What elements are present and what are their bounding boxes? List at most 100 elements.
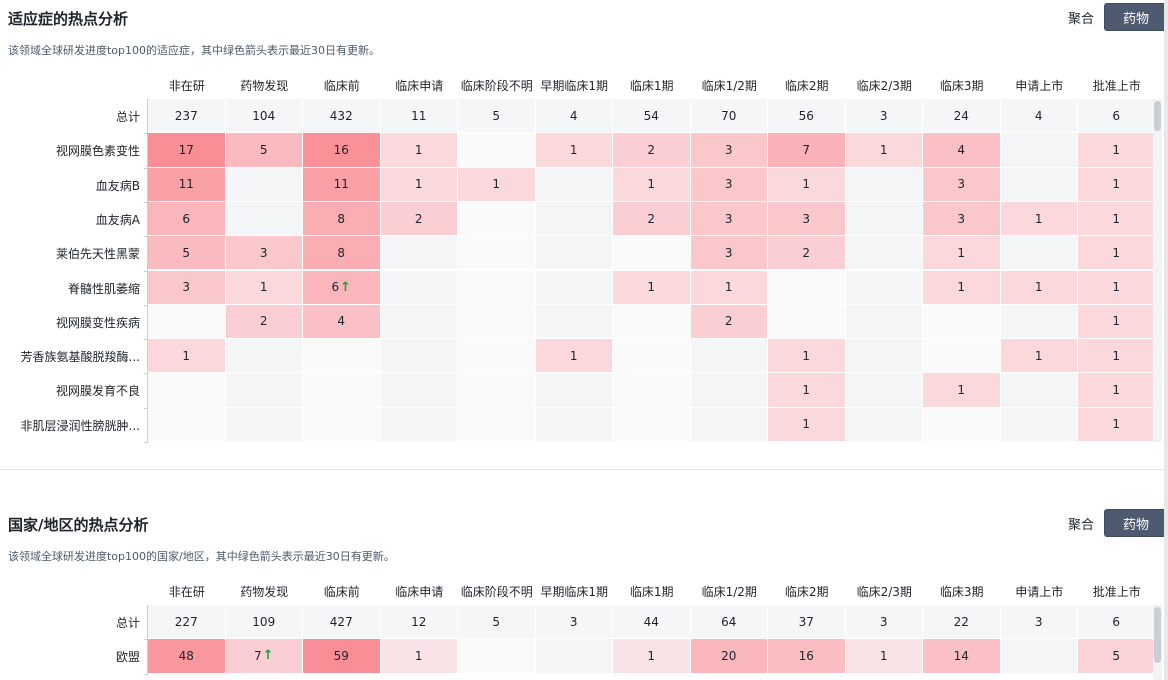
- heatmap-cell[interactable]: 1: [1078, 201, 1156, 237]
- heatmap-cell[interactable]: 3: [923, 201, 1001, 237]
- heatmap-cell[interactable]: [535, 373, 613, 408]
- heatmap-cell[interactable]: [845, 373, 923, 408]
- heatmap-cell[interactable]: 1: [690, 270, 768, 305]
- heatmap-cell[interactable]: 2: [613, 133, 691, 168]
- heatmap-cell[interactable]: 3: [225, 236, 303, 271]
- heatmap-cell[interactable]: 3: [690, 133, 768, 168]
- total-cell[interactable]: 6: [1078, 99, 1156, 134]
- heatmap-cell[interactable]: [225, 339, 303, 374]
- total-cell[interactable]: 4: [1000, 99, 1078, 134]
- heatmap-cell[interactable]: 4: [303, 304, 381, 340]
- total-cell[interactable]: 3: [535, 605, 613, 640]
- heatmap-cell[interactable]: [458, 304, 536, 340]
- total-cell[interactable]: 12: [380, 605, 458, 640]
- heatmap-cell[interactable]: 1: [768, 167, 846, 202]
- heatmap-cell[interactable]: [845, 201, 923, 237]
- heatmap-cell[interactable]: [458, 133, 536, 168]
- heatmap-cell[interactable]: [380, 407, 458, 442]
- total-cell[interactable]: 3: [1000, 605, 1078, 640]
- heatmap-cell[interactable]: 59: [303, 639, 381, 674]
- heatmap-cell[interactable]: [1000, 304, 1078, 340]
- heatmap-cell[interactable]: 16: [768, 639, 846, 674]
- heatmap-cell[interactable]: 1: [768, 339, 846, 374]
- heatmap-cell[interactable]: 20: [690, 639, 768, 674]
- heatmap-cell[interactable]: 11: [148, 167, 226, 202]
- heatmap-cell[interactable]: 3: [768, 201, 846, 237]
- heatmap-cell[interactable]: [768, 270, 846, 305]
- heatmap-cell[interactable]: [923, 304, 1001, 340]
- heatmap-cell[interactable]: 1: [458, 167, 536, 202]
- heatmap-cell[interactable]: 1: [923, 373, 1001, 408]
- total-cell[interactable]: 22: [923, 605, 1001, 640]
- heatmap-cell[interactable]: 2: [225, 304, 303, 340]
- heatmap-cell[interactable]: 7: [768, 133, 846, 168]
- heatmap-cell[interactable]: 48: [148, 639, 226, 674]
- total-cell[interactable]: 5: [458, 605, 536, 640]
- heatmap-cell[interactable]: [1000, 407, 1078, 442]
- total-cell[interactable]: 24: [923, 99, 1001, 134]
- heatmap-cell[interactable]: [458, 639, 536, 674]
- total-cell[interactable]: 227: [148, 605, 226, 640]
- total-cell[interactable]: 64: [690, 605, 768, 640]
- total-cell[interactable]: 3: [845, 605, 923, 640]
- heatmap-cell[interactable]: 1: [1078, 304, 1156, 340]
- heatmap-cell[interactable]: 5: [1078, 639, 1156, 674]
- heatmap-cell[interactable]: [535, 304, 613, 340]
- total-cell[interactable]: 44: [613, 605, 691, 640]
- heatmap-cell[interactable]: 1: [380, 167, 458, 202]
- heatmap-cell[interactable]: 1: [535, 339, 613, 374]
- heatmap-cell[interactable]: [690, 373, 768, 408]
- heatmap-cell[interactable]: 1: [1078, 373, 1156, 408]
- heatmap-cell[interactable]: 1: [1078, 339, 1156, 374]
- heatmap-cell[interactable]: 16: [303, 133, 381, 168]
- heatmap-cell[interactable]: 1: [380, 133, 458, 168]
- heatmap-cell[interactable]: [380, 304, 458, 340]
- heatmap-cell[interactable]: 14: [923, 639, 1001, 674]
- heatmap-cell[interactable]: 1: [380, 639, 458, 674]
- heatmap-cell[interactable]: 3: [148, 270, 226, 305]
- heatmap-cell[interactable]: 1: [225, 270, 303, 305]
- heatmap-cell[interactable]: [923, 407, 1001, 442]
- heatmap-cell[interactable]: [1000, 167, 1078, 202]
- heatmap-cell[interactable]: 1: [1078, 270, 1156, 305]
- heatmap-cell[interactable]: [535, 167, 613, 202]
- total-cell[interactable]: 104: [225, 99, 303, 134]
- heatmap-cell[interactable]: 1: [768, 373, 846, 408]
- heatmap-cell[interactable]: [1000, 639, 1078, 674]
- heatmap-cell[interactable]: 1: [768, 407, 846, 442]
- heatmap-cell[interactable]: 1: [1000, 339, 1078, 374]
- heatmap-cell[interactable]: 5: [148, 236, 226, 271]
- table-scrollbar[interactable]: [1153, 605, 1162, 680]
- heatmap-cell[interactable]: 17: [148, 133, 226, 168]
- heatmap-cell[interactable]: [613, 236, 691, 271]
- heatmap-cell[interactable]: [458, 236, 536, 271]
- heatmap-cell[interactable]: [458, 407, 536, 442]
- heatmap-cell[interactable]: [535, 236, 613, 271]
- heatmap-cell[interactable]: [303, 373, 381, 408]
- total-cell[interactable]: 6: [1078, 605, 1156, 640]
- heatmap-cell[interactable]: [1000, 373, 1078, 408]
- heatmap-cell[interactable]: 4: [923, 133, 1001, 168]
- total-cell[interactable]: 432: [303, 99, 381, 134]
- heatmap-cell[interactable]: 1: [845, 639, 923, 674]
- heatmap-cell[interactable]: [845, 270, 923, 305]
- total-cell[interactable]: 237: [148, 99, 226, 134]
- heatmap-cell[interactable]: [380, 236, 458, 271]
- aggregate-option[interactable]: 聚合: [1068, 514, 1094, 533]
- heatmap-cell[interactable]: 6: [148, 201, 226, 237]
- heatmap-cell[interactable]: [148, 407, 226, 442]
- heatmap-cell[interactable]: 2: [380, 201, 458, 237]
- heatmap-cell[interactable]: [768, 304, 846, 340]
- heatmap-cell[interactable]: 6 ↑: [303, 270, 381, 305]
- total-cell[interactable]: 70: [690, 99, 768, 134]
- heatmap-cell[interactable]: 1: [1000, 201, 1078, 237]
- heatmap-cell[interactable]: 7 ↑: [225, 639, 303, 674]
- heatmap-cell[interactable]: [690, 339, 768, 374]
- total-cell[interactable]: 37: [768, 605, 846, 640]
- heatmap-cell[interactable]: [148, 304, 226, 340]
- heatmap-cell[interactable]: 1: [613, 270, 691, 305]
- heatmap-cell[interactable]: [1000, 133, 1078, 168]
- heatmap-cell[interactable]: [613, 407, 691, 442]
- heatmap-cell[interactable]: 2: [690, 304, 768, 340]
- heatmap-cell[interactable]: 1: [1078, 133, 1156, 168]
